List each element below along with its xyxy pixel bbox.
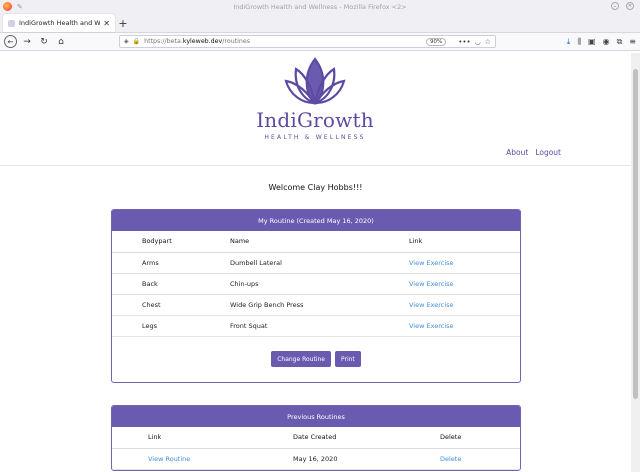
toolbar-right: ⤓ ⫼ ▣ ◉ ⧉ ≡ <box>567 37 636 47</box>
top-nav: About Logout <box>506 148 561 157</box>
welcome-message: Welcome Clay Hobbs!!! <box>268 183 363 192</box>
bodypart-cell: Back <box>112 273 230 295</box>
column-header-delete: Delete <box>440 427 520 449</box>
column-header-name: Name <box>230 231 409 253</box>
table-header-row: Link Date Created Delete <box>112 427 520 449</box>
previous-routines-title: Previous Routines <box>112 406 520 427</box>
print-button[interactable]: Print <box>334 351 361 367</box>
close-window-icon[interactable]: ✕ <box>626 2 634 10</box>
date-created-cell: May 16, 2020 <box>293 448 440 470</box>
exercise-name-cell: Wide Grip Bench Press <box>230 294 409 316</box>
previous-routines-card: Previous Routines Link Date Created Dele… <box>111 405 521 471</box>
my-routine-card: My Routine (Created May 16, 2020) Bodypa… <box>111 209 521 383</box>
lock-icon[interactable]: 🔒 <box>133 38 140 45</box>
sidebar-icon[interactable]: ▣ <box>588 37 596 46</box>
home-button[interactable]: ⌂ <box>54 35 68 49</box>
tab-bar: IndiGrowth Health and We ✕ + <box>0 13 640 33</box>
view-exercise-link[interactable]: View Exercise <box>409 294 520 316</box>
extensions-icon[interactable]: ⧉ <box>617 37 623 47</box>
bodypart-cell: Chest <box>112 294 230 316</box>
library-icon[interactable]: ⫼ <box>577 37 581 47</box>
delete-routine-link[interactable]: Delete <box>440 448 520 470</box>
table-row: View Routine May 16, 2020 Delete <box>112 448 520 470</box>
about-link[interactable]: About <box>506 148 528 157</box>
exercise-name-cell: Front Squat <box>230 315 409 337</box>
table-row: Legs Front Squat View Exercise <box>112 315 520 337</box>
page-actions-icon[interactable]: ••• <box>458 38 470 46</box>
url-text[interactable]: https://beta.kyleweb.dev/routines <box>144 38 426 45</box>
shield-icon[interactable]: ◈ <box>124 38 129 45</box>
table-row: Chest Wide Grip Bench Press View Exercis… <box>112 294 520 316</box>
column-header-bodypart: Bodypart <box>112 231 230 253</box>
bodypart-cell: Arms <box>112 252 230 274</box>
account-icon[interactable]: ◉ <box>603 37 610 46</box>
page-scrollbar[interactable] <box>631 53 640 472</box>
table-row: Arms Dumbell Lateral View Exercise <box>112 252 520 274</box>
routine-table: Bodypart Name Link Arms Dumbell Lateral … <box>112 231 520 337</box>
lotus-icon <box>284 57 346 105</box>
menu-icon[interactable]: ≡ <box>629 37 636 46</box>
back-button[interactable]: ← <box>4 35 17 48</box>
scrollbar-thumb[interactable] <box>633 69 638 399</box>
url-bar[interactable]: ◈ 🔒 https://beta.kyleweb.dev/routines 90… <box>119 35 496 48</box>
change-routine-button[interactable]: Change Routine <box>271 351 331 367</box>
my-routine-title: My Routine (Created May 16, 2020) <box>112 210 520 231</box>
page-content: IndiGrowth HEALTH & WELLNESS About Logou… <box>0 53 631 472</box>
table-row: Back Chin-ups View Exercise <box>112 273 520 295</box>
pocket-icon[interactable]: ◡ <box>475 38 481 46</box>
new-tab-button[interactable]: + <box>115 14 131 32</box>
view-routine-link[interactable]: View Routine <box>112 448 293 470</box>
tab-title: IndiGrowth Health and We <box>19 19 101 27</box>
downloads-icon[interactable]: ⤓ <box>567 37 571 47</box>
brand-name: IndiGrowth <box>256 108 374 132</box>
favicon-icon <box>8 19 15 27</box>
site-header: IndiGrowth HEALTH & WELLNESS About Logou… <box>0 53 631 166</box>
zoom-level[interactable]: 90% <box>425 37 447 46</box>
bodypart-cell: Legs <box>112 315 230 337</box>
column-header-link: Link <box>409 231 520 253</box>
table-header-row: Bodypart Name Link <box>112 231 520 253</box>
routine-actions: Change Routine Print <box>112 337 520 382</box>
column-header-date-created: Date Created <box>293 427 440 449</box>
exercise-name-cell: Dumbell Lateral <box>230 252 409 274</box>
window-title: IndiGrowth Health and Wellness - Mozilla… <box>233 3 407 11</box>
previous-routines-table: Link Date Created Delete View Routine Ma… <box>112 427 520 470</box>
minimize-icon[interactable]: ⌄ <box>611 2 619 10</box>
reload-button[interactable]: ↻ <box>37 35 51 49</box>
window-titlebar: ✎ IndiGrowth Health and Wellness - Mozil… <box>0 0 640 13</box>
browser-tab[interactable]: IndiGrowth Health and We ✕ <box>3 14 115 32</box>
column-header-link: Link <box>112 427 293 449</box>
tab-close-icon[interactable]: ✕ <box>103 19 110 28</box>
view-exercise-link[interactable]: View Exercise <box>409 252 520 274</box>
exercise-name-cell: Chin-ups <box>230 273 409 295</box>
window-controls: ⌄ ✕ <box>611 2 634 10</box>
bookmark-star-icon[interactable]: ☆ <box>485 38 491 46</box>
site-logo[interactable]: IndiGrowth HEALTH & WELLNESS <box>250 53 380 141</box>
navigation-bar: ← → ↻ ⌂ ◈ 🔒 https://beta.kyleweb.dev/rou… <box>0 33 640 51</box>
logout-link[interactable]: Logout <box>535 148 561 157</box>
view-exercise-link[interactable]: View Exercise <box>409 315 520 337</box>
forward-button[interactable]: → <box>20 35 34 49</box>
view-exercise-link[interactable]: View Exercise <box>409 273 520 295</box>
brand-tagline: HEALTH & WELLNESS <box>264 134 366 141</box>
